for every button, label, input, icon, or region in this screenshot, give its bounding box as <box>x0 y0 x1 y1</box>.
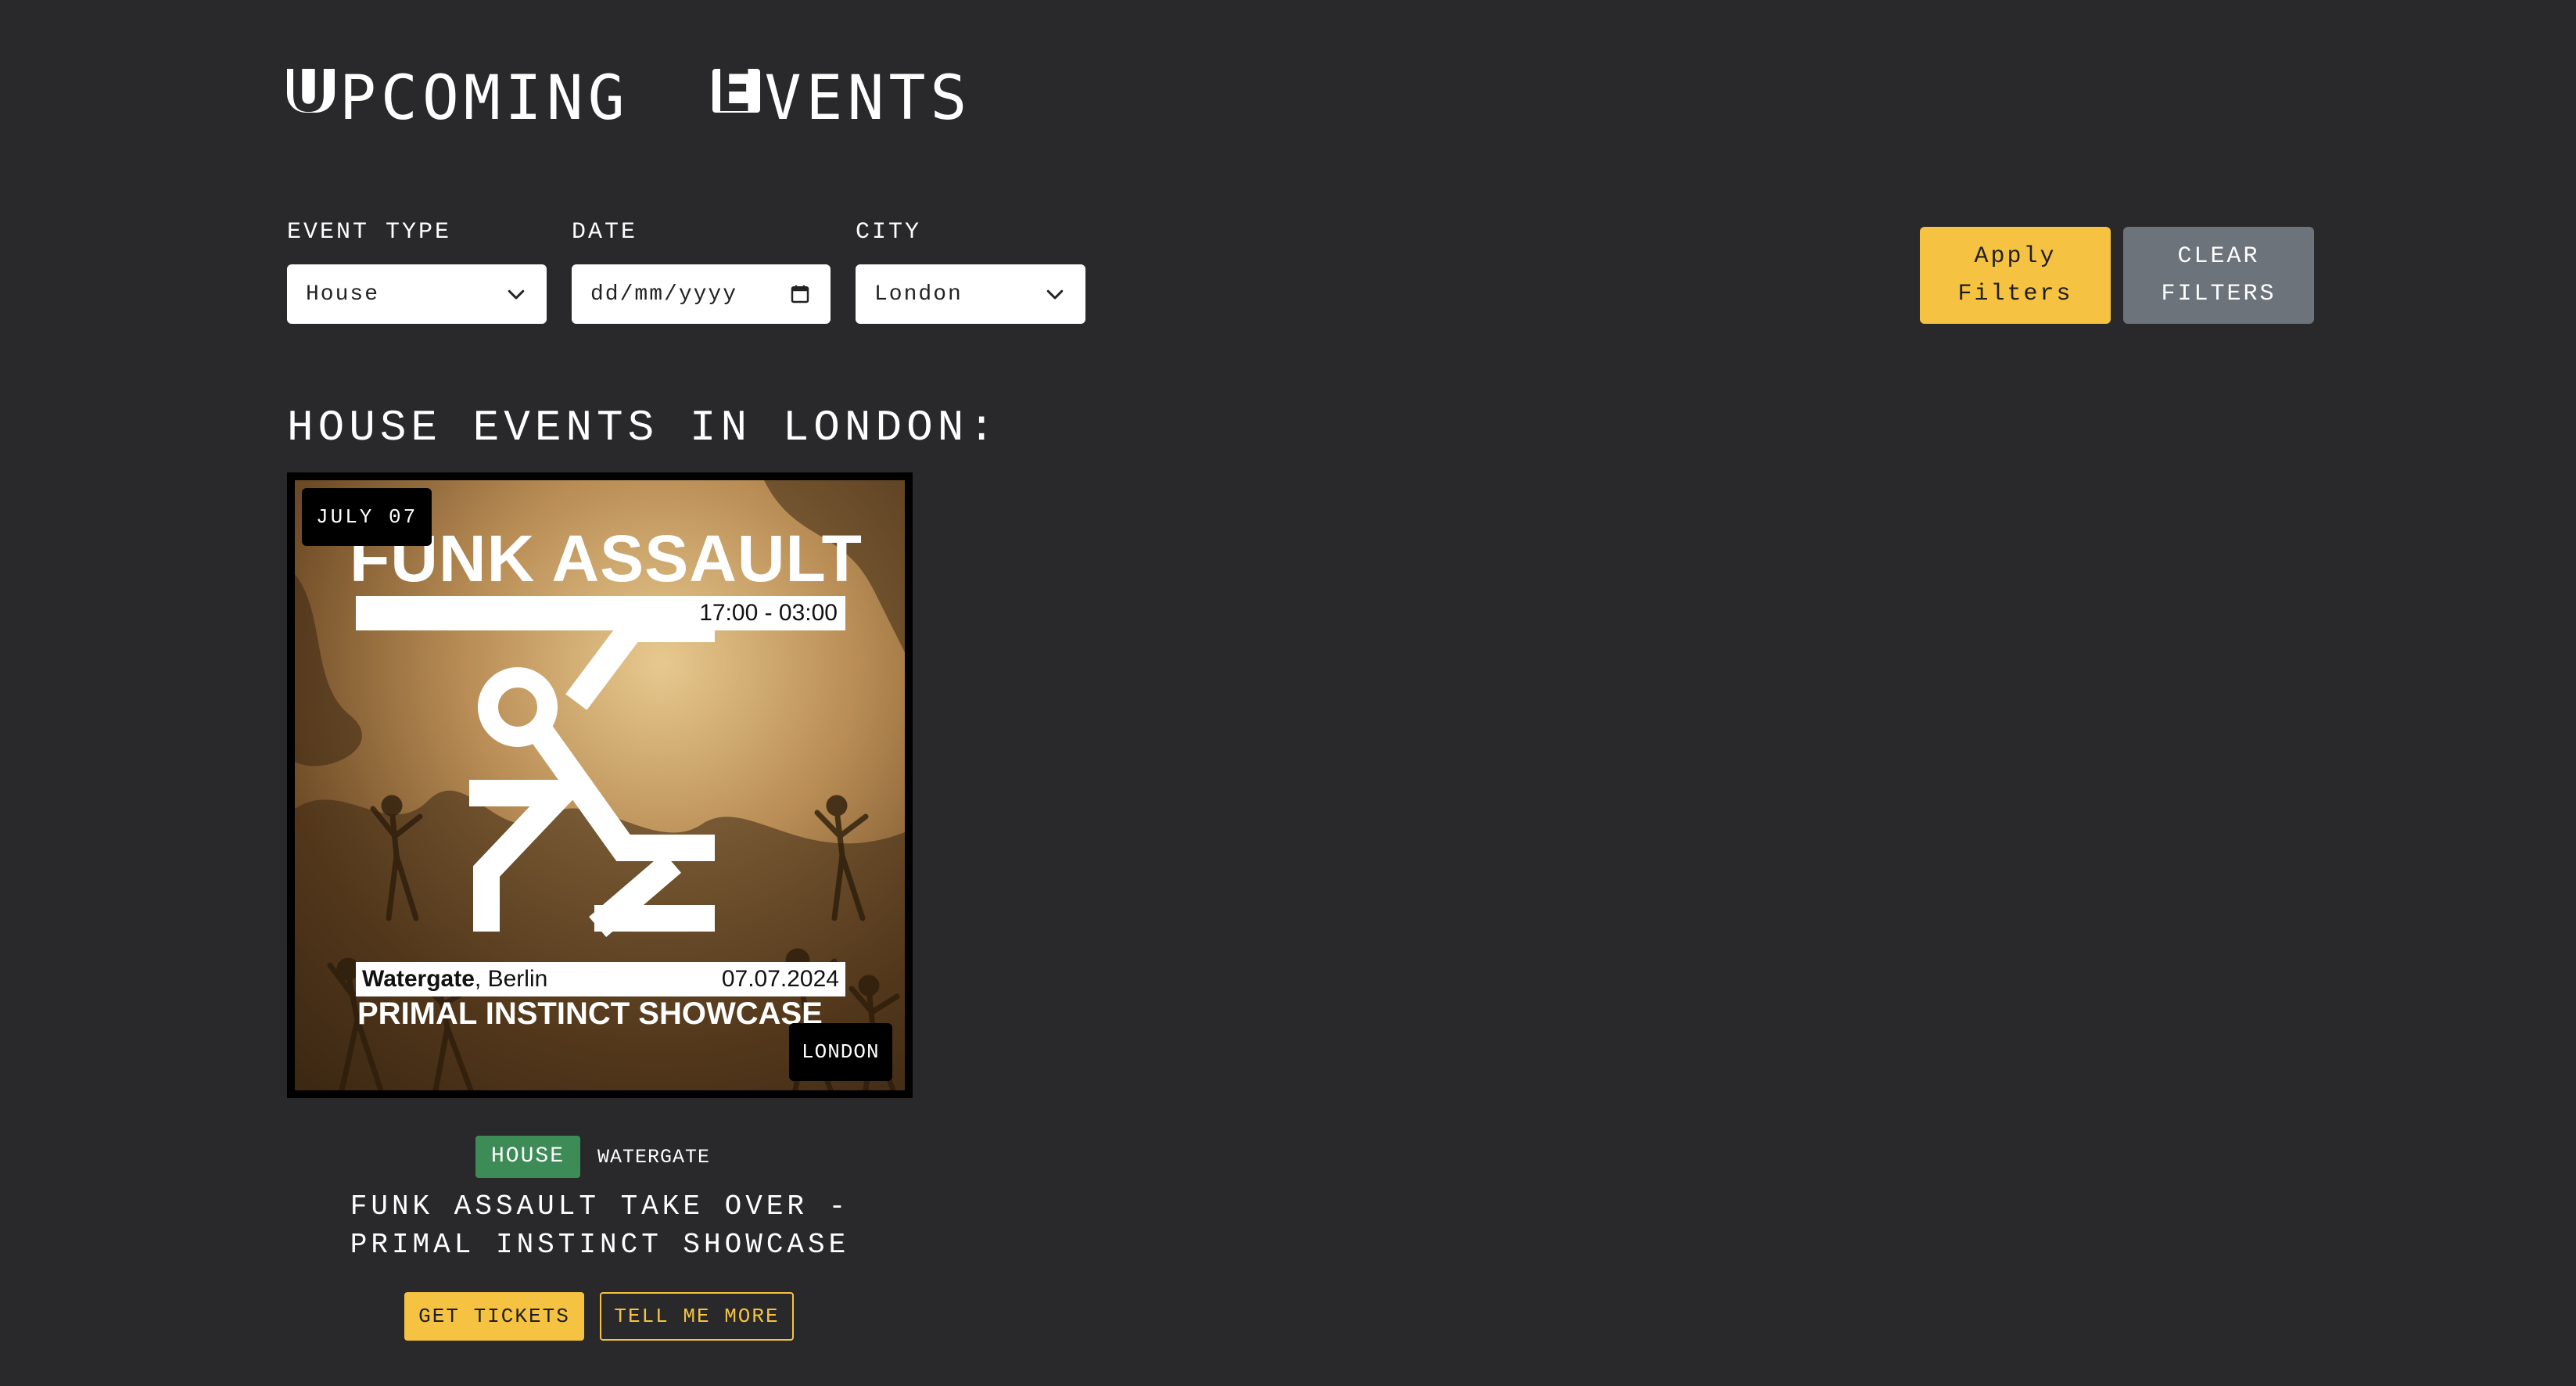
city-value: London <box>874 282 963 307</box>
genre-tag: HOUSE <box>475 1136 581 1178</box>
event-city-badge: LONDON <box>789 1023 892 1081</box>
title-word-1: PCOMING <box>339 63 630 134</box>
poster-artwork: FUNK ASSAULT 17:00 - 03:00 Watergate, Be… <box>295 480 905 1090</box>
poster-venue: Watergate, Berlin <box>362 966 547 993</box>
chevron-down-icon <box>1046 289 1064 300</box>
event-title: FUNK ASSAULT TAKE OVER - PRIMAL INSTINCT… <box>350 1190 850 1261</box>
date-placeholder: dd/mm/yyyy <box>590 282 738 307</box>
title-initial-e: E <box>712 60 760 121</box>
date-label: DATE <box>572 219 638 246</box>
calendar-icon[interactable] <box>788 282 812 306</box>
apply-filters-button[interactable]: Apply Filters <box>1920 227 2111 324</box>
chevron-down-icon <box>508 289 525 300</box>
poster-info-bar: Watergate, Berlin 07.07.2024 <box>356 962 845 996</box>
venue-name: WATERGATE <box>597 1145 711 1169</box>
title-initial-u: U <box>287 60 335 121</box>
poster-time-bar: 17:00 - 03:00 <box>356 596 845 630</box>
page-title: U PCOMING E VENTS <box>287 60 972 135</box>
event-type-value: House <box>306 282 380 307</box>
get-tickets-button[interactable]: GET TICKETS <box>404 1292 584 1341</box>
event-date-badge: JULY 07 <box>302 488 432 546</box>
events-page: U PCOMING E VENTS EVENT TYPE House DATE dd… <box>0 0 2576 1386</box>
poster-venue-name: Watergate <box>362 966 475 992</box>
event-type-label: EVENT TYPE <box>287 219 452 246</box>
poster-time: 17:00 - 03:00 <box>699 600 838 626</box>
event-type-select[interactable]: House <box>287 264 547 324</box>
event-meta: HOUSE WATERGATE <box>475 1136 710 1178</box>
results-heading: HOUSE EVENTS IN LONDON: <box>287 403 999 453</box>
event-poster[interactable]: FUNK ASSAULT 17:00 - 03:00 Watergate, Be… <box>287 472 913 1098</box>
poster-showcase: PRIMAL INSTINCT SHOWCASE <box>357 996 823 1031</box>
tell-me-more-button[interactable]: TELL ME MORE <box>600 1292 794 1341</box>
poster-venue-city: , Berlin <box>474 966 548 992</box>
poster-date: 07.07.2024 <box>721 966 839 992</box>
city-label: CITY <box>856 219 922 246</box>
date-input[interactable]: dd/mm/yyyy <box>572 264 831 324</box>
clear-filters-button[interactable]: CLEAR FILTERS <box>2123 227 2314 324</box>
city-select[interactable]: London <box>856 264 1085 324</box>
title-word-2: VENTS <box>764 63 972 134</box>
